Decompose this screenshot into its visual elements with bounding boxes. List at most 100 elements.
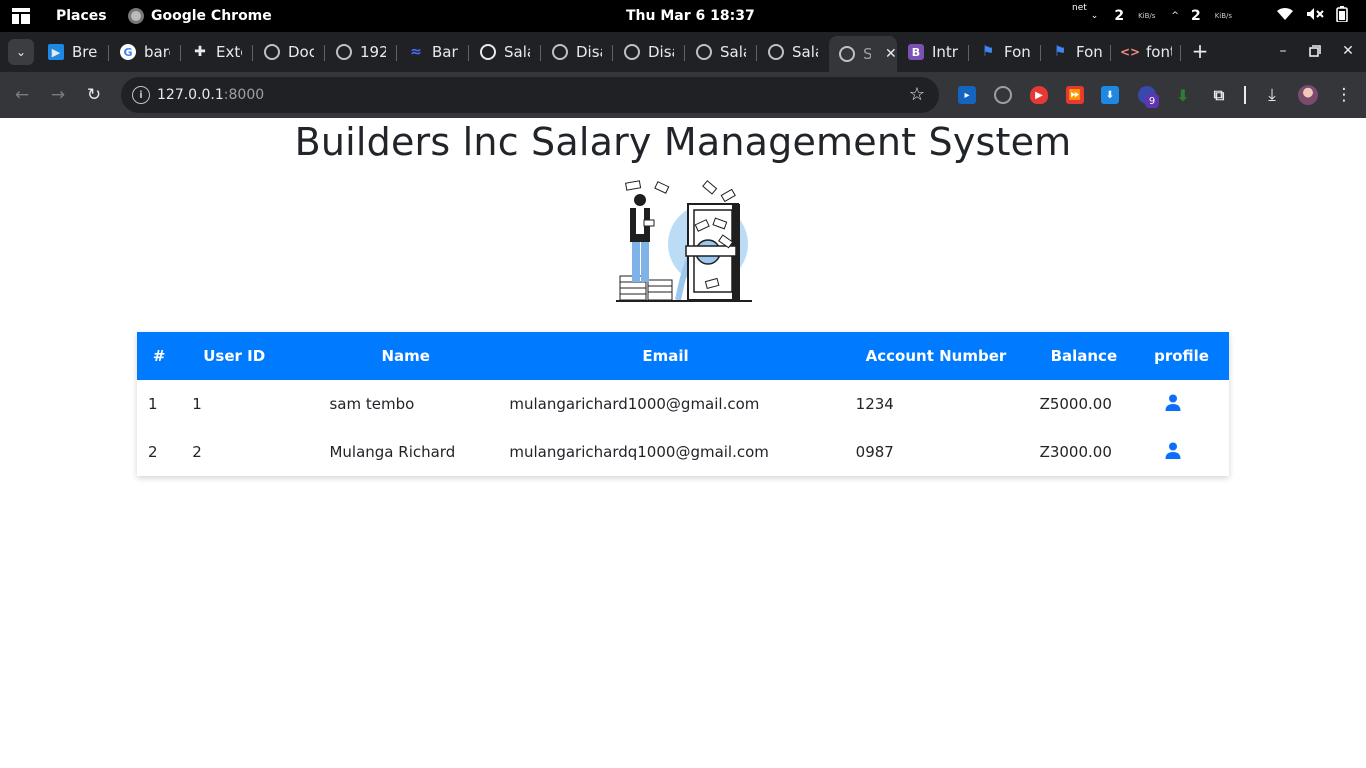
user-profile-icon[interactable]	[1165, 394, 1181, 415]
table-row: 1 1 sam tembo mulangarichard1000@gmail.c…	[137, 380, 1229, 428]
chrome-icon	[128, 8, 144, 24]
tab-label: Sala	[504, 43, 530, 61]
column-header-name[interactable]: Name	[318, 332, 498, 380]
activities-icon[interactable]	[11, 0, 33, 32]
system-status-area[interactable]	[1276, 0, 1348, 32]
globe-icon	[624, 44, 640, 60]
minimize-button[interactable]: –	[1271, 38, 1295, 64]
reload-button[interactable]: ↻	[81, 82, 107, 108]
site-info-icon[interactable]: i	[132, 86, 150, 104]
tab-6[interactable]: Sala	[470, 36, 534, 68]
address-bar[interactable]: i 127.0.0.1:8000 ☆	[121, 77, 939, 113]
tab-4[interactable]: 192	[326, 36, 390, 68]
table-header-row: # User ID Name Email Account Number Bala…	[137, 332, 1229, 380]
tab-label: barc	[144, 43, 170, 61]
tab-10[interactable]: Sala	[758, 36, 822, 68]
tab-label: Ban	[432, 43, 458, 61]
tab-separator	[540, 45, 541, 61]
row-index: 2	[148, 443, 158, 461]
column-header-account-number[interactable]: Account Number	[845, 332, 1029, 380]
tab-8[interactable]: Disa	[614, 36, 678, 68]
extension-circle-icon[interactable]	[994, 86, 1012, 104]
logo-icon: ≈	[410, 44, 422, 60]
net-label: net	[1072, 3, 1087, 13]
profile-avatar[interactable]	[1298, 85, 1318, 105]
bootstrap-icon: B	[908, 44, 924, 60]
user-profile-icon[interactable]	[1165, 442, 1181, 463]
tab-5[interactable]: ≈ Ban	[398, 36, 462, 68]
flag-icon: ⚑	[981, 44, 995, 60]
tab-label: Fon	[1076, 43, 1102, 61]
downloads-icon[interactable]: ⤓	[1259, 82, 1285, 108]
forward-button[interactable]: →	[45, 82, 71, 108]
battery-icon	[1336, 6, 1348, 26]
tab-3[interactable]: Doc	[254, 36, 318, 68]
tab-1[interactable]: G barc	[110, 36, 174, 68]
globe-icon	[768, 44, 784, 60]
column-header-profile[interactable]: profile	[1150, 332, 1229, 380]
tab-separator	[180, 45, 181, 61]
url-host: 127.0.0.1	[157, 87, 224, 103]
tab-search-button[interactable]: ⌄	[8, 39, 34, 65]
close-icon[interactable]: ✕	[885, 46, 897, 62]
url-port: :8000	[223, 87, 265, 103]
column-header-email[interactable]: Email	[498, 332, 844, 380]
tab-label: Disa	[648, 43, 674, 61]
row-name: sam tembo	[329, 395, 415, 413]
extension-screencast-icon[interactable]: ▸	[958, 86, 976, 104]
extension-badge: 9	[1145, 94, 1159, 108]
page-title: Builders lnc Salary Management System	[294, 120, 1072, 164]
row-profile-cell	[1150, 428, 1229, 476]
clock[interactable]: Thu Mar 6 18:37	[626, 0, 755, 32]
app-menu[interactable]: Google Chrome	[128, 0, 272, 32]
volume-muted-icon	[1306, 7, 1324, 25]
row-balance: Z5000.00	[1039, 395, 1112, 413]
column-header-user-id[interactable]: User ID	[181, 332, 318, 380]
close-window-button[interactable]: ✕	[1336, 38, 1360, 64]
tab-separator	[612, 45, 613, 61]
column-header-index[interactable]: #	[137, 332, 181, 380]
chevron-down-icon: ⌄	[1090, 11, 1099, 21]
tab-9[interactable]: Sala	[686, 36, 750, 68]
tab-separator	[756, 45, 757, 61]
places-menu[interactable]: Places	[56, 0, 107, 32]
tab-2[interactable]: ✚ Exte	[182, 36, 246, 68]
tab-14[interactable]: ⚑ Fon	[1042, 36, 1106, 68]
globe-icon	[839, 46, 855, 62]
extensions-puzzle-icon[interactable]: ⧉	[1210, 86, 1228, 104]
wifi-icon	[1276, 7, 1294, 25]
tab-12[interactable]: B Intr	[898, 36, 964, 68]
app-menu-label: Google Chrome	[151, 8, 272, 24]
tab-separator	[1040, 45, 1041, 61]
globe-icon	[696, 44, 712, 60]
restore-icon	[1309, 45, 1321, 57]
tab-label: Bre	[72, 43, 98, 61]
tab-11-active[interactable]: S ✕	[829, 36, 897, 72]
network-monitor[interactable]: net ⌄ 2 KiB/s ^ 2 KiB/s	[1072, 0, 1232, 32]
upload-unit: KiB/s	[1214, 12, 1233, 20]
chrome-menu-icon[interactable]: ⋮	[1331, 82, 1357, 108]
row-user-id: 2	[192, 443, 202, 461]
bookmark-star-icon[interactable]: ☆	[909, 84, 925, 105]
tab-strip: ⌄ ▶ Bre G barc ✚ Exte Doc 192 ≈ Ban Sala…	[0, 32, 1366, 72]
tab-0[interactable]: ▶ Bre	[38, 36, 102, 68]
maximize-button[interactable]	[1303, 38, 1327, 64]
tab-label: Sala	[792, 43, 818, 61]
extension-download-icon[interactable]: ⬇	[1101, 86, 1119, 104]
tab-separator	[396, 45, 397, 61]
extension-green-arrow-icon[interactable]: ⬇	[1174, 86, 1192, 105]
extension-shield-icon[interactable]: ▶	[1030, 86, 1048, 104]
tab-label: Doc	[288, 43, 314, 61]
back-button[interactable]: ←	[9, 82, 35, 108]
tab-label: Intr	[932, 43, 958, 61]
tab-separator	[108, 45, 109, 61]
tab-separator	[684, 45, 685, 61]
column-header-balance[interactable]: Balance	[1029, 332, 1151, 380]
tab-separator	[968, 45, 969, 61]
tab-15[interactable]: <> font	[1112, 36, 1178, 68]
extension-fastforward-icon[interactable]: ⏩	[1066, 86, 1084, 104]
tab-7[interactable]: Disa	[542, 36, 606, 68]
tab-13[interactable]: ⚑ Fon	[970, 36, 1034, 68]
new-tab-button[interactable]: +	[1188, 38, 1212, 64]
url-text[interactable]: 127.0.0.1:8000	[157, 87, 264, 103]
